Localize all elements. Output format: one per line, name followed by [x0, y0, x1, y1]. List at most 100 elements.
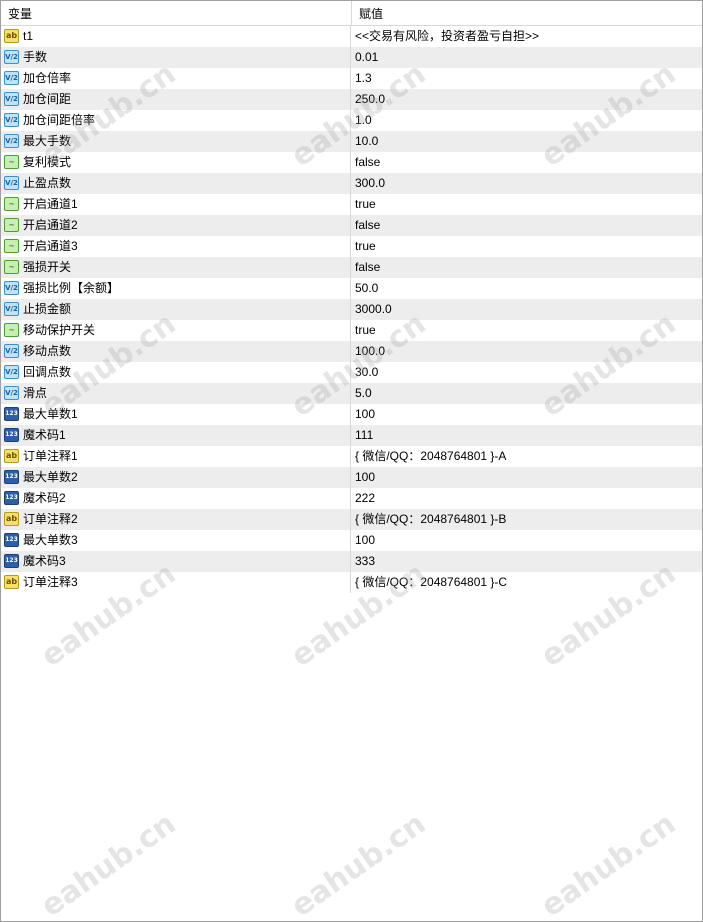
variable-value[interactable]: true: [352, 236, 702, 257]
variable-name: V/2 最大手数: [1, 131, 351, 152]
table-row[interactable]: ~ 开启通道3 true: [1, 236, 702, 257]
variable-value[interactable]: 100: [352, 530, 702, 551]
variable-name: ~ 移动保护开关: [1, 320, 351, 341]
variable-name: 123 魔术码3: [1, 551, 351, 572]
table-row[interactable]: V/2 止损金额 3000.0: [1, 299, 702, 320]
variable-name-text: 魔术码3: [23, 554, 66, 568]
integer-type-icon: 123: [4, 470, 19, 484]
table-row[interactable]: ab t1 <<交易有风险，投资者盈亏自担>>: [1, 26, 702, 47]
double-type-icon: V/2: [4, 71, 19, 85]
variable-name: V/2 手数: [1, 47, 351, 68]
variable-value[interactable]: 111: [352, 425, 702, 446]
table-row[interactable]: ~ 开启通道1 true: [1, 194, 702, 215]
variable-value[interactable]: 30.0: [352, 362, 702, 383]
column-header-value[interactable]: 赋值: [351, 1, 702, 25]
variable-value[interactable]: false: [352, 215, 702, 236]
double-type-icon: V/2: [4, 365, 19, 379]
variable-name-text: 移动点数: [23, 344, 72, 358]
variable-name-text: 加仓间距倍率: [23, 113, 96, 127]
variable-name-text: 强损开关: [23, 260, 72, 274]
column-header-variable[interactable]: 变量: [1, 1, 351, 25]
variable-value[interactable]: 5.0: [352, 383, 702, 404]
table-row[interactable]: ~ 开启通道2 false: [1, 215, 702, 236]
table-row[interactable]: V/2 加仓间距倍率 1.0: [1, 110, 702, 131]
table-row[interactable]: V/2 加仓间距 250.0: [1, 89, 702, 110]
variable-name-text: 最大单数3: [23, 533, 78, 547]
table-row[interactable]: ab 订单注释1 { 微信/QQ：2048764801 }-A: [1, 446, 702, 467]
variable-value[interactable]: { 微信/QQ：2048764801 }-A: [352, 446, 702, 467]
table-row[interactable]: V/2 强损比例【余额】 50.0: [1, 278, 702, 299]
integer-type-icon: 123: [4, 554, 19, 568]
variable-name: V/2 滑点: [1, 383, 351, 404]
variable-value[interactable]: false: [352, 152, 702, 173]
variable-name: ~ 开启通道2: [1, 215, 351, 236]
variable-name-text: 最大手数: [23, 134, 72, 148]
table-row[interactable]: ab 订单注释3 { 微信/QQ：2048764801 }-C: [1, 572, 702, 593]
table-row[interactable]: V/2 回调点数 30.0: [1, 362, 702, 383]
table-row[interactable]: V/2 最大手数 10.0: [1, 131, 702, 152]
double-type-icon: V/2: [4, 50, 19, 64]
table-row[interactable]: V/2 加仓倍率 1.3: [1, 68, 702, 89]
variable-value[interactable]: { 微信/QQ：2048764801 }-C: [352, 572, 702, 593]
variable-value[interactable]: 100.0: [352, 341, 702, 362]
variable-value[interactable]: 300.0: [352, 173, 702, 194]
variable-name: V/2 加仓间距倍率: [1, 110, 351, 131]
variable-name-text: 加仓倍率: [23, 71, 72, 85]
variable-value[interactable]: false: [352, 257, 702, 278]
boolean-type-icon: ~: [4, 323, 19, 337]
variable-name-text: 订单注释3: [23, 575, 78, 589]
double-type-icon: V/2: [4, 386, 19, 400]
variable-value[interactable]: 10.0: [352, 131, 702, 152]
boolean-type-icon: ~: [4, 218, 19, 232]
table-row[interactable]: V/2 移动点数 100.0: [1, 341, 702, 362]
table-row[interactable]: ab 订单注释2 { 微信/QQ：2048764801 }-B: [1, 509, 702, 530]
table-row[interactable]: ~ 强损开关 false: [1, 257, 702, 278]
table-row[interactable]: V/2 手数 0.01: [1, 47, 702, 68]
table-row[interactable]: 123 最大单数1 100: [1, 404, 702, 425]
variable-value[interactable]: 3000.0: [352, 299, 702, 320]
variable-value[interactable]: <<交易有风险，投资者盈亏自担>>: [352, 26, 702, 47]
double-type-icon: V/2: [4, 92, 19, 106]
variable-name: 123 最大单数1: [1, 404, 351, 425]
table-row[interactable]: ~ 移动保护开关 true: [1, 320, 702, 341]
table-row[interactable]: 123 魔术码3 333: [1, 551, 702, 572]
table-row[interactable]: 123 魔术码2 222: [1, 488, 702, 509]
variable-name-text: 魔术码1: [23, 428, 66, 442]
double-type-icon: V/2: [4, 176, 19, 190]
variable-name-text: 订单注释1: [23, 449, 78, 463]
variable-value[interactable]: 222: [352, 488, 702, 509]
variable-name-text: 加仓间距: [23, 92, 72, 106]
boolean-type-icon: ~: [4, 155, 19, 169]
variable-value[interactable]: true: [352, 320, 702, 341]
table-row[interactable]: V/2 止盈点数 300.0: [1, 173, 702, 194]
integer-type-icon: 123: [4, 428, 19, 442]
variable-value[interactable]: 1.3: [352, 68, 702, 89]
variable-name-text: 止损金额: [23, 302, 72, 316]
table-row[interactable]: V/2 滑点 5.0: [1, 383, 702, 404]
variable-value[interactable]: true: [352, 194, 702, 215]
string-type-icon: ab: [4, 575, 19, 589]
table-header: 变量 赋值: [1, 1, 702, 26]
variable-name: V/2 止盈点数: [1, 173, 351, 194]
double-type-icon: V/2: [4, 281, 19, 295]
boolean-type-icon: ~: [4, 239, 19, 253]
variable-value[interactable]: 100: [352, 404, 702, 425]
table-row[interactable]: 123 最大单数2 100: [1, 467, 702, 488]
table-row[interactable]: 123 最大单数3 100: [1, 530, 702, 551]
variable-name: V/2 加仓倍率: [1, 68, 351, 89]
variable-value[interactable]: 0.01: [352, 47, 702, 68]
variable-value[interactable]: 1.0: [352, 110, 702, 131]
variable-value[interactable]: 333: [352, 551, 702, 572]
variable-value[interactable]: 250.0: [352, 89, 702, 110]
string-type-icon: ab: [4, 512, 19, 526]
variable-name: 123 最大单数3: [1, 530, 351, 551]
variable-value[interactable]: { 微信/QQ：2048764801 }-B: [352, 509, 702, 530]
table-row[interactable]: 123 魔术码1 111: [1, 425, 702, 446]
variable-name-text: 复利模式: [23, 155, 72, 169]
boolean-type-icon: ~: [4, 260, 19, 274]
variable-value[interactable]: 100: [352, 467, 702, 488]
variable-name-text: 回调点数: [23, 365, 72, 379]
variable-name: ~ 开启通道1: [1, 194, 351, 215]
table-row[interactable]: ~ 复利模式 false: [1, 152, 702, 173]
variable-value[interactable]: 50.0: [352, 278, 702, 299]
